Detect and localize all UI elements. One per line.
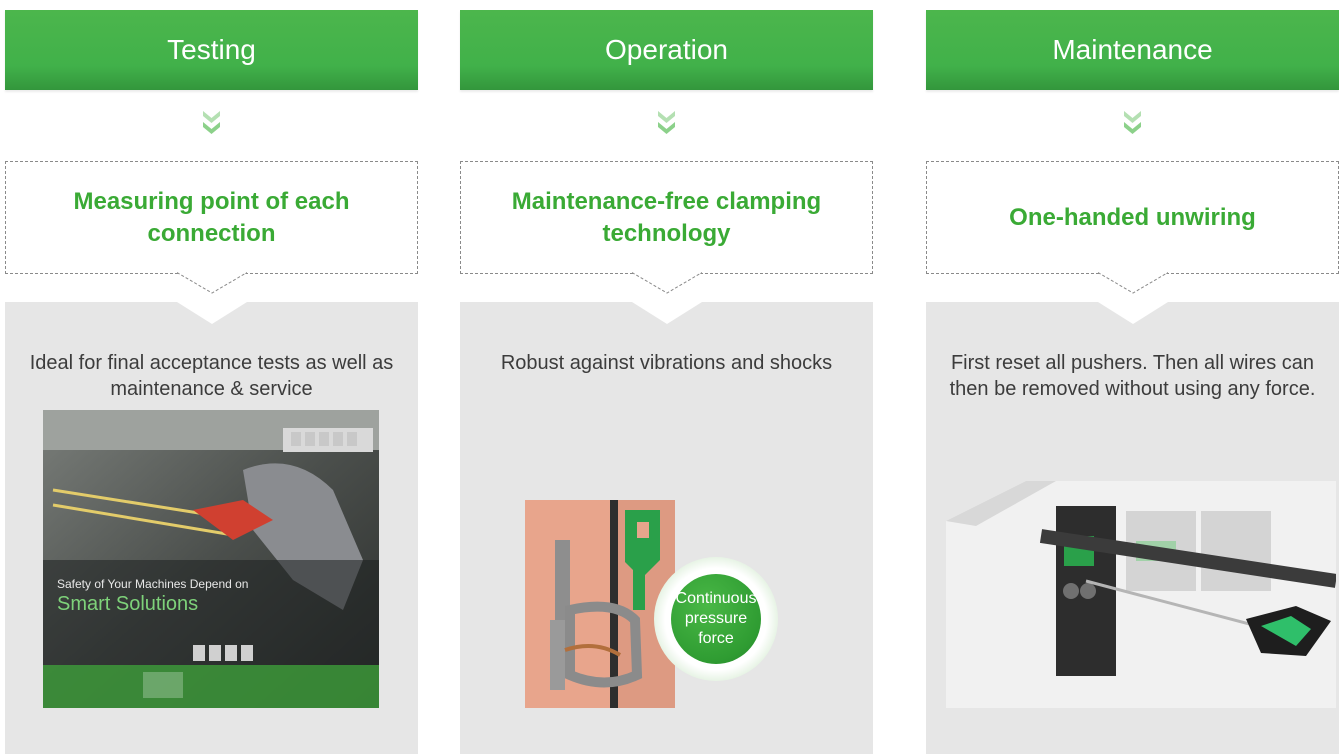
header-maintenance: Maintenance: [926, 10, 1339, 90]
feature-title: Measuring point of each connection: [73, 187, 350, 247]
callout-notch: [177, 272, 247, 294]
clamp-photo: [525, 500, 675, 708]
pressure-badge: Continuous pressure force: [654, 557, 778, 681]
description-text: Ideal for final acceptance tests as well…: [29, 352, 394, 400]
feature-title: Maintenance-free clamping technology: [511, 187, 822, 247]
panel-pointer: [177, 302, 247, 324]
description-text: Robust against vibrations and shocks: [500, 352, 833, 374]
column-maintenance: Maintenance One-handed unwiring First re…: [926, 10, 1339, 754]
feature-title: One-handed unwiring: [1009, 203, 1256, 231]
feature-box: One-handed unwiring: [926, 161, 1339, 274]
double-chevron-down-icon: [658, 111, 675, 134]
feature-box: Maintenance-free clamping technology: [460, 161, 873, 274]
double-chevron-down-icon: [1124, 111, 1141, 134]
panel-pointer: [632, 302, 702, 324]
callout-notch: [1098, 272, 1168, 294]
testing-photo: Safety of Your Machines Depend on Smart …: [43, 410, 379, 708]
column-operation: Operation Maintenance-free clamping tech…: [460, 10, 873, 754]
double-chevron-down-icon: [203, 111, 220, 134]
panel-pointer: [1098, 302, 1168, 324]
callout-notch: [632, 272, 702, 294]
description-text: First reset all pushers. Then all wires …: [949, 352, 1316, 400]
svg-text:Safety of Your Machines Depend: Safety of Your Machines Depend on: [57, 577, 248, 591]
svg-text:Smart Solutions: Smart Solutions: [57, 593, 198, 615]
column-testing: Testing Measuring point of each connecti…: [5, 10, 418, 754]
badge-text: Continuous pressure force: [671, 574, 761, 664]
header-operation: Operation: [460, 10, 873, 90]
terminal-photo: [946, 481, 1336, 708]
header-testing: Testing: [5, 10, 418, 90]
feature-box: Measuring point of each connection: [5, 161, 418, 274]
